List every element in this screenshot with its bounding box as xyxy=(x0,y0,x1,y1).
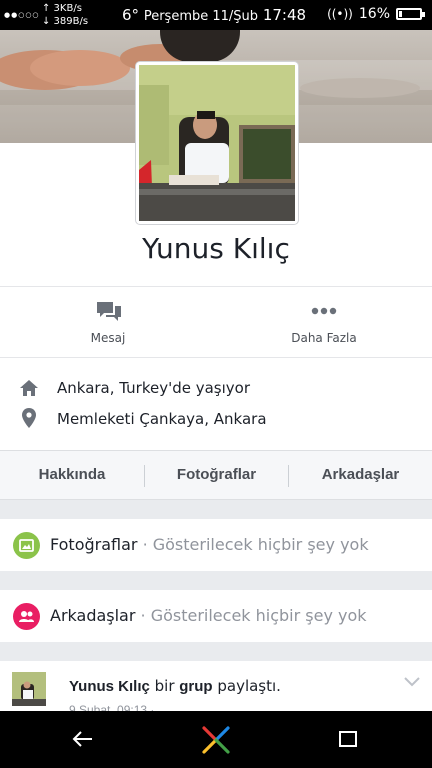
battery-icon xyxy=(396,8,425,20)
post-object[interactable]: grup xyxy=(179,678,212,695)
tab-about[interactable]: Hakkında xyxy=(0,451,144,499)
more-icon xyxy=(311,307,337,315)
avatar xyxy=(139,65,295,221)
tab-friends[interactable]: Arkadaşlar xyxy=(289,451,432,499)
message-label: Mesaj xyxy=(90,331,126,345)
status-icons: ((•)) 16% xyxy=(327,6,425,22)
home-icon xyxy=(20,380,38,396)
post-action-text: paylaştı. xyxy=(212,677,281,695)
upload-speed: ↑ 3KB/s xyxy=(42,3,82,14)
lives-in-text: Ankara, Turkey'de yaşıyor xyxy=(57,379,251,397)
post-timestamp[interactable]: 9 Şubat, 09:13 · xyxy=(69,703,154,711)
photos-empty-text: · Gösterilecek hiçbir şey yok xyxy=(137,535,369,554)
hometown-row[interactable]: Memleketi Çankaya, Ankara xyxy=(0,404,432,434)
date-time: 6° Perşembe 11/Şub 17:48 xyxy=(122,6,306,24)
photos-section-title: Fotoğraflar · Gösterilecek hiçbir şey yo… xyxy=(50,535,369,554)
chevron-down-icon[interactable] xyxy=(404,677,420,687)
post-author[interactable]: Yunus Kılıç xyxy=(69,678,150,695)
clock: 17:48 xyxy=(262,6,307,24)
navigation-bar xyxy=(0,711,432,768)
photos-icon xyxy=(13,532,40,559)
profile-tabs: Hakkında Fotoğraflar Arkadaşlar xyxy=(0,450,432,500)
date: Perşembe 11/Şub xyxy=(143,9,259,24)
friends-section[interactable]: Arkadaşlar · Gösterilecek hiçbir şey yok xyxy=(0,590,432,642)
tab-photos[interactable]: Fotoğraflar xyxy=(145,451,288,499)
friends-empty-text: · Gösterilecek hiçbir şey yok xyxy=(135,606,367,625)
location-pin-icon xyxy=(22,408,36,428)
photos-title: Fotoğraflar xyxy=(50,535,138,554)
feed-post: Yunus Kılıç bir grup paylaştı. 9 Şubat, … xyxy=(0,661,432,711)
post-mid-text: bir xyxy=(149,677,180,695)
friends-title: Arkadaşlar xyxy=(50,606,136,625)
home-button-icon[interactable] xyxy=(200,724,232,756)
profile-actions: Mesaj Daha Fazla xyxy=(0,286,432,357)
signal-strength: ●●○○○ xyxy=(4,11,40,19)
lives-in-row[interactable]: Ankara, Turkey'de yaşıyor xyxy=(0,373,432,403)
intro-info: Ankara, Turkey'de yaşıyor Memleketi Çank… xyxy=(0,357,432,450)
photos-section[interactable]: Fotoğraflar · Gösterilecek hiçbir şey yo… xyxy=(0,519,432,571)
download-speed: ↓ 389B/s xyxy=(42,16,89,27)
network-speed: ↑ 3KB/s ↓ 389B/s xyxy=(42,2,88,28)
post-author-avatar[interactable] xyxy=(12,672,46,706)
more-label: Daha Fazla xyxy=(291,331,357,345)
status-bar: ●●○○○ ↑ 3KB/s ↓ 389B/s 6° Perşembe 11/Şu… xyxy=(0,0,432,30)
wifi-icon: ((•)) xyxy=(327,7,353,21)
friends-icon xyxy=(13,603,40,630)
recent-apps-icon[interactable] xyxy=(339,731,357,747)
battery-percent: 16% xyxy=(358,6,390,22)
more-button[interactable]: Daha Fazla xyxy=(254,287,394,357)
message-button[interactable]: Mesaj xyxy=(38,287,178,357)
friends-section-title: Arkadaşlar · Gösterilecek hiçbir şey yok xyxy=(50,606,367,625)
temperature: 6° xyxy=(122,6,140,24)
back-icon[interactable] xyxy=(72,730,94,748)
post-headline: Yunus Kılıç bir grup paylaştı. xyxy=(69,677,281,695)
message-icon xyxy=(97,302,121,321)
profile-name: Yunus Kılıç xyxy=(142,232,290,265)
profile-picture[interactable] xyxy=(136,62,298,224)
hometown-text: Memleketi Çankaya, Ankara xyxy=(57,410,267,428)
